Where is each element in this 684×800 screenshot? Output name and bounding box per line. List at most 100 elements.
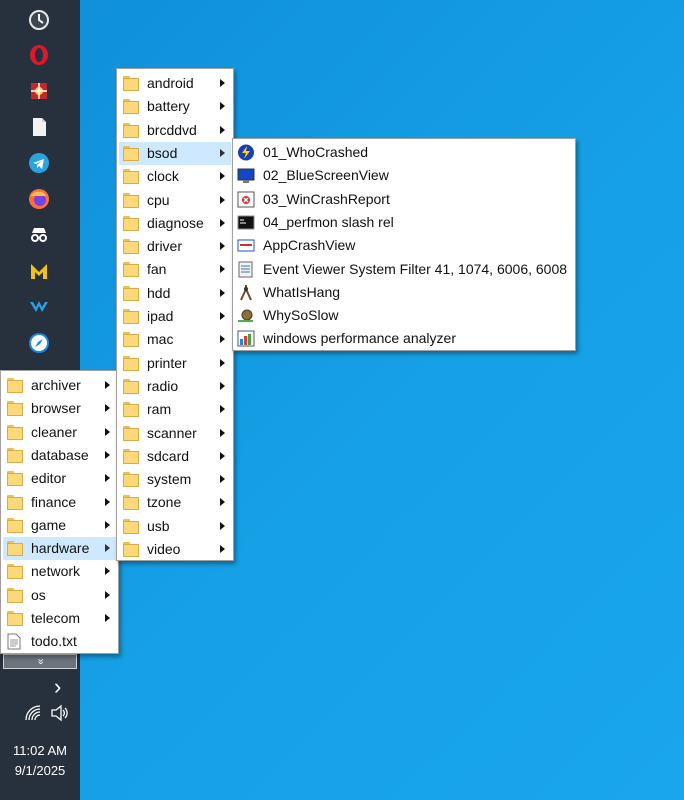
folder-icon (123, 472, 139, 488)
folder-icon (123, 448, 139, 464)
menu-item-label: network (31, 563, 81, 580)
hardware-item-hdd[interactable]: hdd (119, 282, 231, 305)
hardware-item-ram[interactable]: ram (119, 398, 231, 421)
hardware-item-mac[interactable]: mac (119, 328, 231, 351)
hardware-item-ipad[interactable]: ipad (119, 305, 231, 328)
firefox-icon[interactable] (26, 186, 52, 212)
hardware-item-tzone[interactable]: tzone (119, 491, 231, 514)
submenu-arrow-icon (105, 544, 110, 553)
folder-icon (123, 262, 139, 278)
root-item-game[interactable]: game (3, 514, 116, 537)
submenu-arrow-icon (220, 172, 225, 181)
hardware-item-cpu[interactable]: cpu (119, 189, 231, 212)
menu-item-label: bsod (147, 144, 178, 161)
root-menu: archiver browser cleaner database editor fina… (0, 370, 119, 654)
network-icon[interactable] (24, 704, 42, 725)
hardware-item-scanner[interactable]: scanner (119, 422, 231, 445)
folder-icon (7, 378, 23, 393)
hardware-item-fan[interactable]: fan (119, 258, 231, 281)
menu-item-label: os (31, 586, 46, 603)
hardware-item-driver[interactable]: driver (119, 235, 231, 258)
folder-icon (7, 471, 23, 487)
submenu-arrow-icon (220, 405, 225, 414)
bsod-item-event-viewer-system-filter-41-1074-6006-6008[interactable]: Event Viewer System Filter 41, 1074, 600… (235, 258, 573, 281)
menu-item-label: tzone (147, 494, 182, 511)
hardware-item-android[interactable]: android (119, 72, 231, 95)
hardware-item-bsod[interactable]: bsod (119, 141, 231, 165)
root-item-browser[interactable]: browser (3, 397, 116, 420)
volume-icon[interactable] (50, 704, 70, 725)
submenu-arrow-icon (105, 590, 110, 599)
folder-icon (123, 425, 139, 441)
menu-item-label: ipad (147, 308, 174, 324)
folder-icon (123, 542, 139, 557)
menu-item-label: hardware (31, 540, 90, 557)
bsod-item-03-wincrashreport[interactable]: 03_WinCrashReport (235, 188, 573, 211)
root-item-todo-txt[interactable]: todo.txt (3, 630, 116, 653)
hardware-item-brcddvd[interactable]: brcddvd (119, 119, 231, 142)
bsod-item-04-perfmon-slash-rel[interactable]: 04_perfmon slash rel (235, 211, 573, 234)
wing-app-icon[interactable] (26, 294, 52, 320)
malwarebytes-icon[interactable] (26, 258, 52, 284)
more-items-button[interactable]: » (3, 654, 77, 669)
menu-item-label: game (31, 516, 67, 533)
crash-report-icon (237, 191, 255, 208)
taskbar-date[interactable]: 9/1/2025 (0, 763, 80, 778)
submenu-arrow-icon (105, 474, 110, 483)
menu-item-label: telecom (31, 610, 81, 626)
root-item-hardware[interactable]: hardware (3, 537, 116, 561)
snail-icon (237, 307, 255, 324)
hardware-item-clock[interactable]: clock (119, 165, 231, 188)
menu-item-label: sdcard (147, 447, 190, 464)
document-icon[interactable] (26, 114, 52, 140)
hardware-item-system[interactable]: system (119, 468, 231, 491)
root-item-telecom[interactable]: telecom (3, 607, 116, 630)
hardware-item-battery[interactable]: battery (119, 95, 231, 118)
root-item-network[interactable]: network (3, 560, 116, 583)
menu-item-label: AppCrashView (263, 237, 356, 254)
submenu-arrow-icon (220, 498, 225, 507)
console-icon (237, 214, 255, 231)
root-item-editor[interactable]: editor (3, 467, 116, 490)
root-item-os[interactable]: os (3, 584, 116, 607)
opera-icon[interactable] (26, 42, 52, 68)
folder-icon (123, 76, 139, 91)
menu-item-label: archiver (31, 377, 81, 393)
hardware-item-sdcard[interactable]: sdcard (119, 445, 231, 468)
telegram-icon[interactable] (26, 150, 52, 176)
submenu-arrow-icon (220, 265, 225, 274)
folder-icon (7, 587, 23, 603)
bsod-item-whysoslow[interactable]: WhySoSlow (235, 304, 573, 327)
clock-app-icon[interactable] (26, 7, 52, 33)
hardware-item-video[interactable]: video (119, 538, 231, 561)
submenu-arrow-icon (220, 102, 225, 111)
menu-item-label: fan (147, 261, 167, 278)
bsod-item-windows-performance-analyzer[interactable]: windows performance analyzer (235, 327, 573, 350)
safari-compass-icon[interactable] (26, 330, 52, 356)
hardware-item-printer[interactable]: printer (119, 352, 231, 375)
submenu-arrow-icon (220, 312, 225, 320)
folder-icon (123, 309, 139, 324)
hardware-item-diagnose[interactable]: diagnose (119, 212, 231, 235)
taskbar-time[interactable]: 11:02 AM (0, 743, 80, 758)
folder-icon (123, 145, 139, 161)
submenu-arrow-icon (220, 521, 225, 530)
expand-tray-button[interactable]: › (54, 674, 61, 700)
lightning-icon (237, 144, 255, 161)
submenu-arrow-icon (105, 450, 110, 459)
root-item-archiver[interactable]: archiver (3, 374, 116, 397)
bsod-item-01-whocrashed[interactable]: 01_WhoCrashed (235, 141, 573, 164)
root-item-cleaner[interactable]: cleaner (3, 421, 116, 444)
tool-app-icon[interactable] (26, 78, 52, 104)
submenu-arrow-icon (220, 195, 225, 204)
root-item-finance[interactable]: finance (3, 491, 116, 514)
hardware-item-radio[interactable]: radio (119, 375, 231, 398)
folder-icon (7, 401, 23, 417)
bsod-item-whatishang[interactable]: WhatIsHang (235, 281, 573, 304)
incognito-icon[interactable] (26, 222, 52, 248)
bsod-item-appcrashview[interactable]: AppCrashView (235, 234, 573, 257)
bsod-item-02-bluescreenview[interactable]: 02_BlueScreenView (235, 164, 573, 187)
root-item-database[interactable]: database (3, 444, 116, 467)
hardware-item-usb[interactable]: usb (119, 515, 231, 538)
folder-icon (7, 517, 23, 533)
